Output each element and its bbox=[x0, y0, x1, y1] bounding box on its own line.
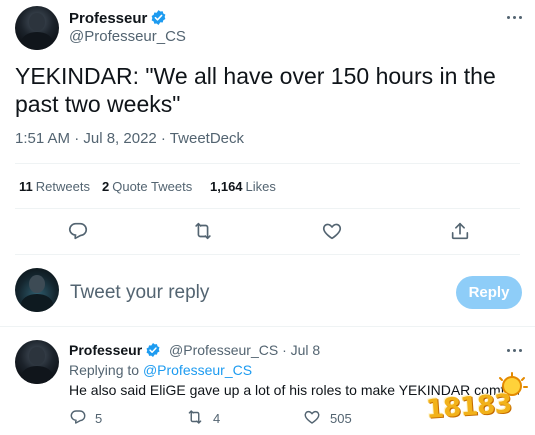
divider bbox=[15, 208, 520, 209]
current-user-avatar[interactable] bbox=[15, 268, 59, 312]
author-name-row[interactable]: Professeur bbox=[69, 9, 167, 28]
divider bbox=[15, 163, 520, 164]
replying-to-prefix: Replying to bbox=[69, 362, 140, 378]
reply-retweet-count: 4 bbox=[213, 411, 221, 426]
reply-button[interactable]: Reply bbox=[456, 276, 522, 309]
watermark-text: 18183 bbox=[425, 389, 513, 425]
more-options-icon[interactable] bbox=[503, 14, 525, 20]
divider bbox=[0, 326, 535, 327]
likes-label: Likes bbox=[245, 179, 276, 194]
reply-like-icon[interactable] bbox=[303, 408, 321, 426]
replying-to-link[interactable]: @Professeur_CS bbox=[143, 362, 252, 378]
reply-reply-count: 5 bbox=[95, 411, 103, 426]
watermark-logo: 18183 bbox=[420, 372, 532, 432]
verified-badge-icon bbox=[145, 342, 162, 359]
reply-icon[interactable] bbox=[67, 220, 89, 242]
quote-count: 2 bbox=[102, 179, 110, 194]
retweets-count: 11 bbox=[19, 179, 33, 194]
tweet-text: YEKINDAR: "We all have over 150 hours in… bbox=[15, 63, 496, 117]
retweets-stat[interactable]: 11 Retweets bbox=[19, 179, 90, 194]
divider bbox=[15, 254, 520, 255]
reply-more-options-icon[interactable] bbox=[503, 347, 525, 353]
tweet-timestamp[interactable]: 1:51 AM · Jul 8, 2022 · TweetDeck bbox=[15, 130, 244, 147]
quote-label: Quote Tweets bbox=[112, 179, 193, 194]
reply-reply-icon[interactable] bbox=[69, 408, 87, 426]
verified-badge-icon bbox=[150, 9, 167, 26]
reply-like-count: 505 bbox=[330, 411, 352, 426]
reply-header: Professeur @Professeur_CS · Jul 8 bbox=[69, 342, 320, 359]
reply-date[interactable]: · Jul 8 bbox=[282, 342, 320, 358]
likes-count: 1,164 bbox=[210, 179, 243, 194]
replying-to-line: Replying to @Professeur_CS bbox=[69, 362, 252, 378]
likes-stat[interactable]: 1,164 Likes bbox=[210, 179, 276, 194]
retweet-icon[interactable] bbox=[192, 220, 214, 242]
share-icon[interactable] bbox=[449, 220, 471, 242]
reply-author-avatar[interactable] bbox=[15, 340, 59, 384]
reply-author-name[interactable]: Professeur bbox=[69, 342, 142, 358]
reply-author-handle[interactable]: @Professeur_CS bbox=[169, 342, 278, 358]
author-avatar[interactable] bbox=[15, 6, 59, 50]
like-icon[interactable] bbox=[321, 220, 343, 242]
retweets-label: Retweets bbox=[35, 179, 90, 194]
reply-input[interactable]: Tweet your reply bbox=[70, 282, 209, 304]
author-name[interactable]: Professeur bbox=[69, 10, 147, 27]
quote-tweets-stat[interactable]: 2 Quote Tweets bbox=[102, 179, 192, 194]
reply-retweet-icon[interactable] bbox=[186, 408, 204, 426]
author-handle[interactable]: @Professeur_CS bbox=[69, 28, 186, 45]
